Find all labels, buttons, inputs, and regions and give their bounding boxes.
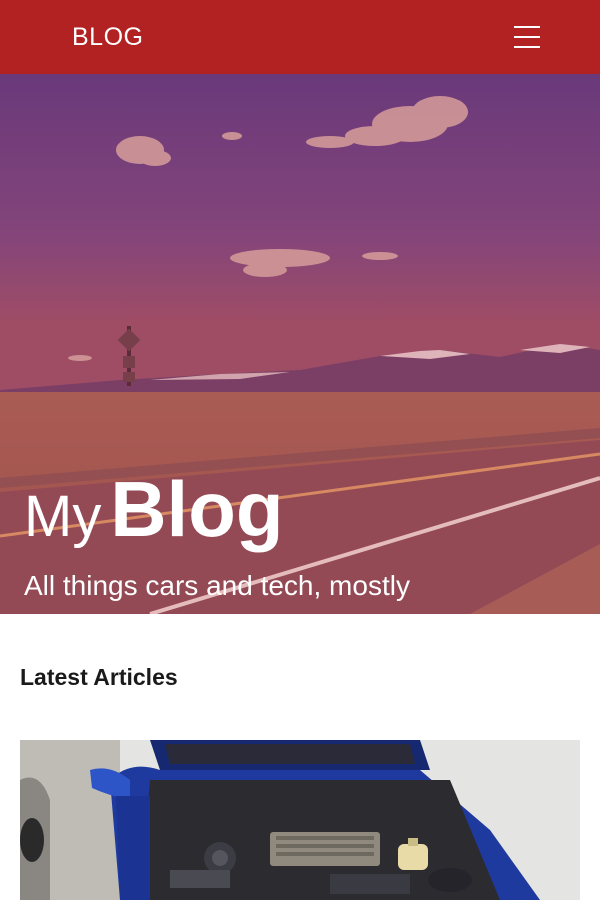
- site-logo[interactable]: BLOG: [72, 22, 143, 52]
- car-engine-bay-image: [20, 740, 580, 900]
- hero-banner: My Blog All things cars and tech, mostly: [0, 74, 600, 614]
- article-card[interactable]: [20, 740, 580, 900]
- hero-subtitle: All things cars and tech, mostly: [24, 570, 410, 601]
- hero-title-light: My: [24, 484, 102, 549]
- hero-title: My Blog: [24, 470, 284, 548]
- menu-line: [514, 36, 540, 38]
- latest-articles-heading: Latest Articles: [20, 664, 178, 690]
- hamburger-menu-icon[interactable]: [508, 24, 546, 50]
- hero-title-bold: Blog: [110, 465, 284, 553]
- top-navbar: BLOG: [0, 0, 600, 74]
- menu-line: [514, 26, 540, 28]
- menu-line: [514, 46, 540, 48]
